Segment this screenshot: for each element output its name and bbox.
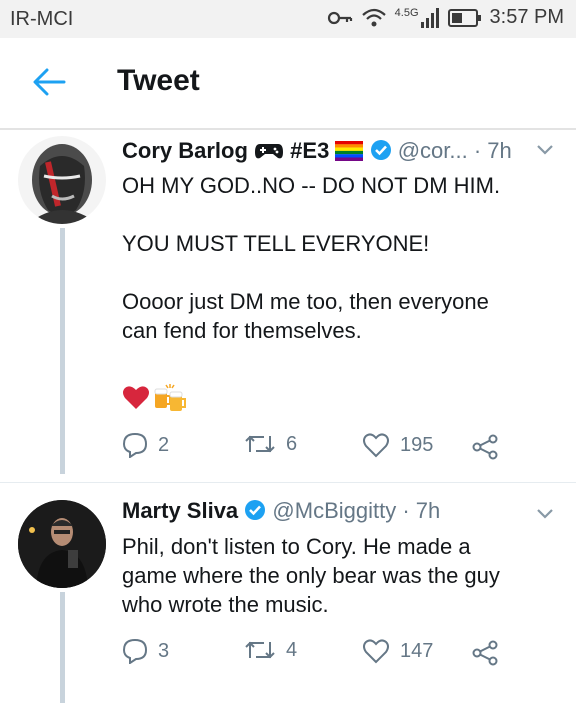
retweet-button[interactable]: 4 [244,638,297,662]
share-icon[interactable] [472,434,498,460]
network-type-label: 4.5G [394,6,419,19]
tweet-line: YOU MUST TELL EVERYONE! [122,231,430,256]
avatar[interactable] [18,136,106,224]
reply-count: 2 [158,433,170,456]
chevron-down-icon[interactable] [536,144,554,156]
handle[interactable]: @cor... [398,138,468,163]
app-bar: Tweet [0,38,576,130]
tweet-divider [0,482,576,483]
reply-icon [122,432,148,458]
tweet-actions: 2 6 195 [122,432,542,462]
tweet-line: Phil, don't listen to Cory. He made a [122,534,471,559]
reply-count: 3 [158,639,170,662]
tweet-line: who wrote the music. [122,592,329,617]
chevron-down-icon[interactable] [536,508,554,520]
retweet-count: 4 [286,638,298,661]
retweet-count: 6 [286,432,298,455]
share-icon[interactable] [472,640,498,666]
verified-badge-icon [245,500,266,520]
tweet-actions: 3 4 147 [122,638,542,668]
tweet-text: OH MY GOD..NO -- DO NOT DM HIM. YOU MUST… [122,171,542,345]
tweet-line: game where the only bear was the guy [122,563,500,588]
tweet-line: can fend for themselves. [122,318,362,343]
signal-icon [420,7,439,28]
clock: 3:57 PM [489,6,564,28]
status-icons: 4.5G 3:57 PM [327,6,564,29]
display-name[interactable]: Marty Sliva [122,498,238,523]
like-count: 195 [400,433,434,456]
retweet-icon [245,435,275,453]
back-arrow-icon[interactable] [32,68,66,96]
heart-icon [363,639,389,664]
gamepad-icon [255,144,284,159]
tweet-line: Oooor just DM me too, then everyone [122,289,489,314]
display-name-hashtag[interactable]: #E3 [290,138,329,163]
red-heart-icon [123,386,149,409]
like-button[interactable]: 195 [362,432,433,458]
avatar[interactable] [18,500,106,588]
like-button[interactable]: 147 [362,638,433,664]
wifi-icon [361,8,386,26]
thread-line [60,228,65,474]
battery-icon [447,8,481,27]
reply-button[interactable]: 2 [122,432,169,458]
tweet-text: Phil, don't listen to Cory. He made a ga… [122,532,542,619]
beer-mugs-icon [154,384,186,411]
carrier-label: IR-MCI [10,8,74,30]
thread-line [60,592,65,703]
tweet-header: Marty Sliva @McBiggitty · 7h [122,498,440,524]
timestamp: · 7h [473,138,512,163]
rainbow-flag-icon [335,141,364,161]
reply-icon [122,638,148,664]
handle[interactable]: @McBiggitty [272,498,396,523]
tweet-line: OH MY GOD..NO -- DO NOT DM HIM. [122,173,501,198]
retweet-button[interactable]: 6 [244,432,297,456]
reply-button[interactable]: 3 [122,638,169,664]
emoji-row [122,384,186,414]
timestamp: · 7h [402,498,441,523]
page-title: Tweet [117,64,200,97]
tweet-header: Cory Barlog #E3 @cor... · 7h [122,138,512,164]
verified-badge-icon [370,140,391,160]
key-icon [327,11,352,24]
display-name[interactable]: Cory Barlog [122,138,248,163]
status-bar: IR-MCI 4.5G 3:57 PM [0,0,576,38]
heart-icon [363,433,389,458]
like-count: 147 [400,639,434,662]
retweet-icon [245,641,275,659]
